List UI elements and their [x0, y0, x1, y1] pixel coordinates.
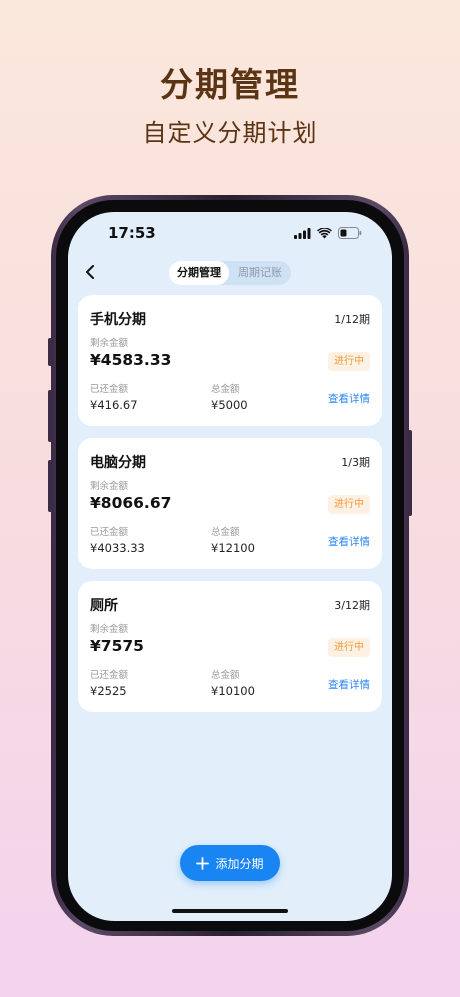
remain-amount: ¥7575 [90, 637, 144, 655]
status-icons [294, 226, 362, 240]
remain-label: 剩余金额 [90, 624, 129, 635]
card-period: 1/3期 [341, 456, 370, 469]
total-amount: ¥5000 [211, 398, 248, 412]
card-name: 厕所 [90, 598, 118, 614]
add-installment-label: 添加分期 [215, 856, 264, 871]
card-period: 1/12期 [334, 313, 370, 326]
remain-amount: ¥8066.67 [90, 494, 172, 512]
installment-card[interactable]: 手机分期 1/12期 剩余金额 ¥4583.33 进行中 已还金额 ¥416.6… [78, 295, 382, 426]
remain-label: 剩余金额 [90, 481, 129, 492]
status-badge: 进行中 [328, 352, 370, 371]
paid-label: 已还金额 [90, 527, 129, 538]
paid-label: 已还金额 [90, 384, 129, 395]
tab-periodic-bookkeeping[interactable]: 周期记账 [229, 261, 291, 285]
paid-amount: ¥4033.33 [90, 541, 145, 555]
back-button[interactable] [80, 262, 100, 282]
app-screen: 17:53 分期管理 周期记账 手机分期 1/12期 剩余金额 ¥4583.33… [68, 212, 392, 921]
status-time: 17:53 [108, 224, 156, 242]
signal-icon [294, 227, 311, 239]
paid-amount: ¥2525 [90, 684, 127, 698]
paid-amount: ¥416.67 [90, 398, 138, 412]
remain-amount: ¥4583.33 [90, 351, 172, 369]
plus-icon [196, 856, 210, 870]
promo-subtitle: 自定义分期计划 [142, 119, 318, 147]
battery-icon [338, 227, 362, 239]
promo-title: 分期管理 [160, 65, 300, 104]
view-details-link[interactable]: 查看详情 [328, 534, 370, 549]
view-details-link[interactable]: 查看详情 [328, 677, 370, 692]
add-installment-button[interactable]: 添加分期 [180, 845, 280, 881]
total-label: 总金额 [211, 527, 240, 538]
status-badge: 进行中 [328, 495, 370, 514]
card-period: 3/12期 [334, 599, 370, 612]
paid-label: 已还金额 [90, 670, 129, 681]
installment-card[interactable]: 电脑分期 1/3期 剩余金额 ¥8066.67 进行中 已还金额 ¥4033.3… [78, 438, 382, 569]
home-indicator[interactable] [172, 909, 288, 913]
tab-installments[interactable]: 分期管理 [169, 261, 229, 285]
view-details-link[interactable]: 查看详情 [328, 391, 370, 406]
remain-label: 剩余金额 [90, 338, 129, 349]
tab-switcher: 分期管理 周期记账 [169, 261, 291, 285]
total-label: 总金额 [211, 384, 240, 395]
installment-card[interactable]: 厕所 3/12期 剩余金额 ¥7575 进行中 已还金额 ¥2525 总金额 ¥… [78, 581, 382, 712]
card-name: 手机分期 [90, 312, 146, 328]
wifi-icon [317, 227, 332, 238]
total-amount: ¥10100 [211, 684, 255, 698]
status-badge: 进行中 [328, 638, 370, 657]
card-name: 电脑分期 [90, 455, 146, 471]
total-amount: ¥12100 [211, 541, 255, 555]
chevron-left-icon [86, 265, 94, 279]
total-label: 总金额 [211, 670, 240, 681]
